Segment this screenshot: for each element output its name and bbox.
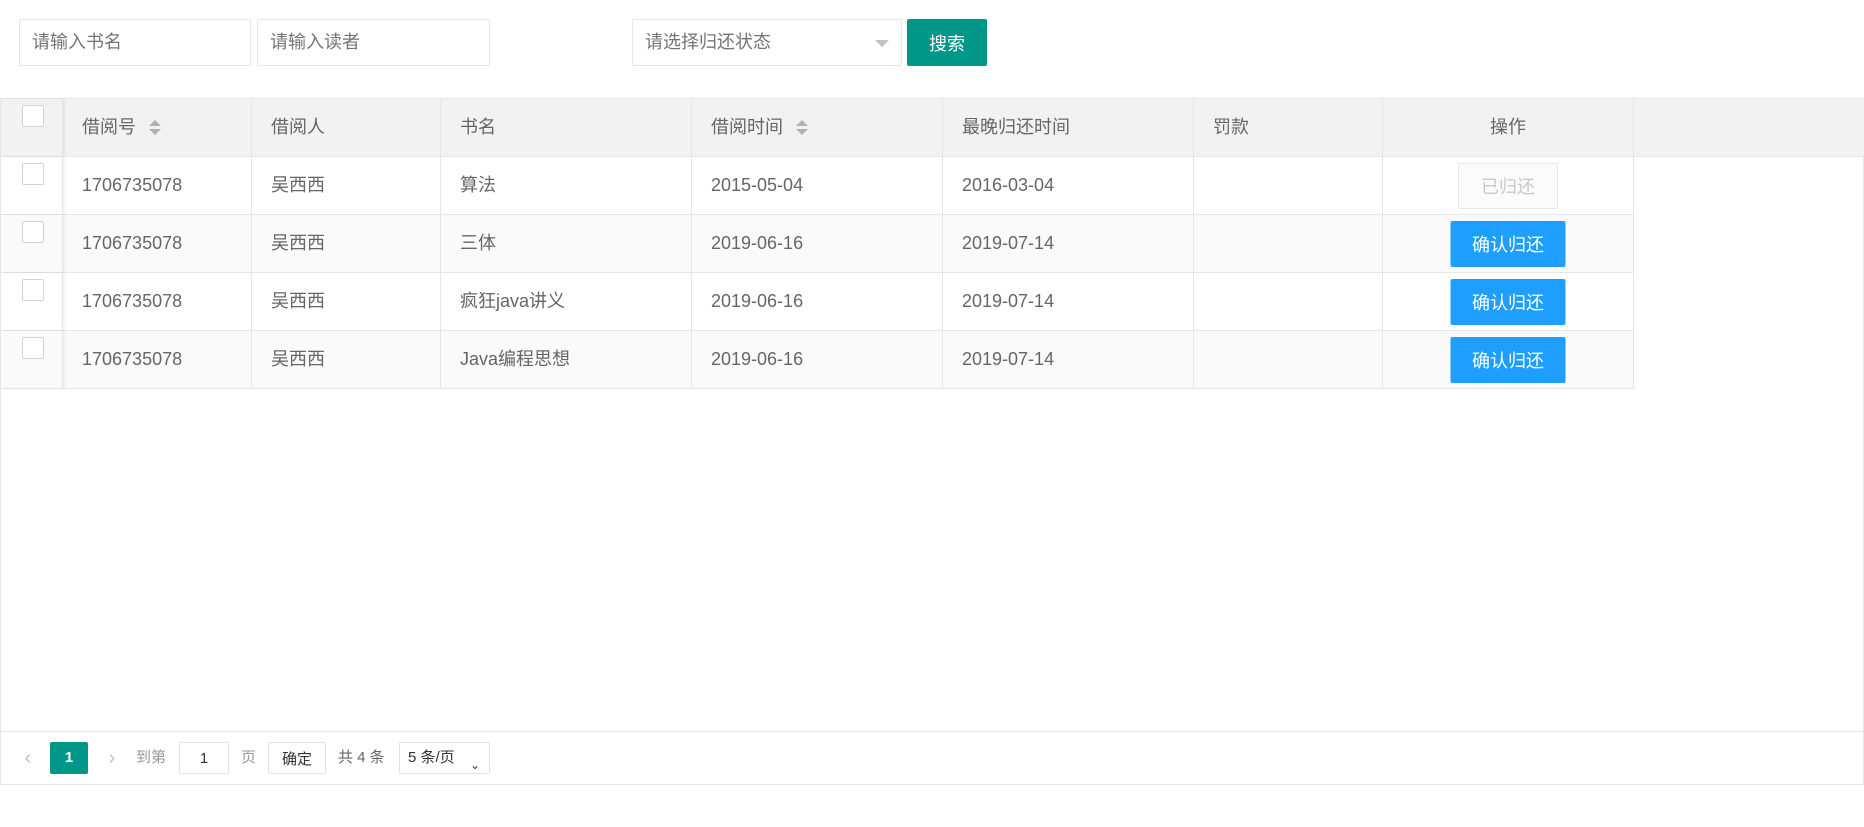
total-count: 共 4 条	[338, 749, 385, 766]
latest-return-time-cell: 2019-07-14	[943, 331, 1194, 388]
borrower-cell: 吴西西	[252, 157, 441, 214]
header-fine: 罚款	[1194, 99, 1383, 156]
header-latest-return-time-label: 最晚归还时间	[962, 117, 1070, 137]
header-book-name-label: 书名	[460, 117, 496, 137]
return-status-select[interactable]: 请选择归还状态	[632, 19, 902, 66]
confirm-return-button[interactable]: 确认归还	[1450, 279, 1566, 325]
borrow-table: 借阅号 借阅人 书名 借阅时间 最晚归还时间 罚款 操作 1706735078 …	[0, 98, 1864, 785]
borrow-id-cell: 1706735078	[63, 273, 252, 330]
row-checkbox-cell	[1, 331, 63, 388]
header-borrow-id[interactable]: 借阅号	[63, 99, 252, 156]
return-status-placeholder: 请选择归还状态	[645, 32, 771, 52]
page-size-select[interactable]: 5 条/页 ⌄	[399, 742, 490, 774]
header-operation: 操作	[1383, 99, 1634, 156]
fine-cell	[1194, 215, 1383, 272]
borrower-cell: 吴西西	[252, 215, 441, 272]
goto-page-input[interactable]	[179, 742, 229, 774]
book-name-input[interactable]	[19, 19, 251, 66]
search-button[interactable]: 搜索	[907, 19, 987, 66]
borrow-time-cell: 2019-06-16	[692, 215, 943, 272]
chevron-down-icon: ⌄	[469, 758, 480, 772]
book-name-cell: Java编程思想	[441, 331, 692, 388]
borrow-id-cell: 1706735078	[63, 331, 252, 388]
row-checkbox-cell	[1, 215, 63, 272]
confirm-return-button[interactable]: 确认归还	[1450, 337, 1566, 383]
prev-page-icon[interactable]: ‹	[18, 742, 38, 774]
next-page-icon[interactable]: ›	[102, 742, 122, 774]
borrow-time-cell: 2019-06-16	[692, 273, 943, 330]
borrower-cell: 吴西西	[252, 273, 441, 330]
current-page-button[interactable]: 1	[50, 742, 88, 774]
page-size-value: 5 条/页	[408, 749, 455, 766]
sort-icon[interactable]	[148, 119, 162, 137]
latest-return-time-cell: 2019-07-14	[943, 273, 1194, 330]
header-latest-return-time: 最晚归还时间	[943, 99, 1194, 156]
book-name-cell: 算法	[441, 157, 692, 214]
latest-return-time-cell: 2016-03-04	[943, 157, 1194, 214]
operation-cell: 已归还	[1383, 157, 1634, 214]
fine-cell	[1194, 273, 1383, 330]
select-all-checkbox[interactable]	[22, 105, 44, 127]
table-row: 1706735078 吴西西 算法 2015-05-04 2016-03-04 …	[1, 157, 1634, 215]
operation-cell: 确认归还	[1383, 215, 1634, 272]
fine-cell	[1194, 331, 1383, 388]
header-fine-label: 罚款	[1213, 117, 1249, 137]
operation-cell: 确认归还	[1383, 273, 1634, 330]
table-header: 借阅号 借阅人 书名 借阅时间 最晚归还时间 罚款 操作	[1, 99, 1864, 157]
header-borrower-label: 借阅人	[271, 117, 325, 137]
header-operation-label: 操作	[1490, 117, 1526, 137]
header-checkbox-cell	[1, 99, 63, 156]
reader-input[interactable]	[257, 19, 490, 66]
page-label: 页	[241, 749, 257, 766]
pagination: ‹ 1 › 到第 页 确定 共 4 条 5 条/页 ⌄	[1, 731, 1863, 785]
row-checkbox[interactable]	[22, 279, 44, 301]
table-row: 1706735078 吴西西 三体 2019-06-16 2019-07-14 …	[1, 215, 1634, 273]
search-bar: 请选择归还状态 搜索	[0, 0, 1864, 80]
row-checkbox-cell	[1, 157, 63, 214]
header-borrower: 借阅人	[252, 99, 441, 156]
goto-confirm-button[interactable]: 确定	[268, 742, 326, 774]
sort-icon[interactable]	[795, 119, 809, 137]
returned-button: 已归还	[1458, 163, 1558, 209]
confirm-return-button[interactable]: 确认归还	[1450, 221, 1566, 267]
borrow-time-cell: 2019-06-16	[692, 331, 943, 388]
row-checkbox[interactable]	[22, 337, 44, 359]
book-name-cell: 疯狂java讲义	[441, 273, 692, 330]
row-checkbox-cell	[1, 273, 63, 330]
row-checkbox[interactable]	[22, 221, 44, 243]
borrower-cell: 吴西西	[252, 331, 441, 388]
operation-cell: 确认归还	[1383, 331, 1634, 388]
borrow-id-cell: 1706735078	[63, 215, 252, 272]
book-name-cell: 三体	[441, 215, 692, 272]
goto-label: 到第	[136, 749, 167, 766]
caret-down-icon	[875, 40, 889, 47]
row-checkbox[interactable]	[22, 163, 44, 185]
header-book-name: 书名	[441, 99, 692, 156]
latest-return-time-cell: 2019-07-14	[943, 215, 1194, 272]
header-borrow-time[interactable]: 借阅时间	[692, 99, 943, 156]
header-borrow-time-label: 借阅时间	[711, 117, 783, 137]
header-borrow-id-label: 借阅号	[82, 117, 136, 137]
table-row: 1706735078 吴西西 疯狂java讲义 2019-06-16 2019-…	[1, 273, 1634, 331]
table-row: 1706735078 吴西西 Java编程思想 2019-06-16 2019-…	[1, 331, 1634, 389]
fine-cell	[1194, 157, 1383, 214]
borrow-id-cell: 1706735078	[63, 157, 252, 214]
borrow-time-cell: 2015-05-04	[692, 157, 943, 214]
